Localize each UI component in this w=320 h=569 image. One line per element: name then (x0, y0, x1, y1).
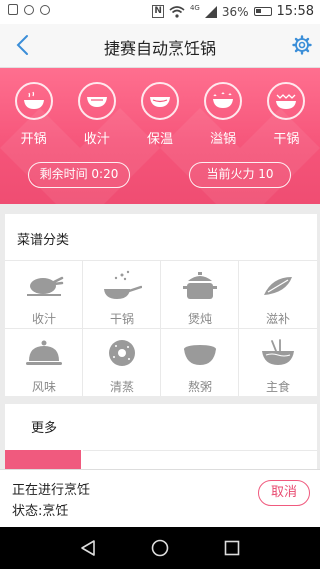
herb-icon (264, 277, 292, 295)
nfc-icon: N (152, 5, 164, 18)
mode-label: 溢锅 (210, 132, 237, 147)
photo-icon (8, 4, 18, 15)
clock: 15:58 (276, 4, 314, 19)
remaining-time-pill: 剩余时间 0:20 (28, 162, 130, 188)
mode-baowen[interactable]: 保温 (132, 82, 188, 147)
pot-steam-icon (14, 82, 53, 120)
cooking-status-panel: 正在进行烹饪 状态:烹饪 取消 (0, 469, 320, 527)
cancel-button[interactable]: 取消 (258, 480, 310, 506)
mode-ganguo[interactable]: 干锅 (258, 82, 314, 147)
network-type: 4G (189, 3, 200, 12)
divider (83, 450, 317, 451)
mode-label: 收汁 (83, 132, 110, 147)
donut-icon (109, 340, 135, 366)
category-baodun[interactable]: 煲炖 (161, 260, 239, 328)
cloche-icon (26, 340, 62, 365)
roast-chicken-icon (27, 276, 64, 296)
current-heat-pill: 当前火力 10 (189, 162, 291, 188)
mode-label: 干锅 (273, 132, 300, 147)
category-label: 熬粥 (187, 380, 212, 394)
category-label: 清蒸 (109, 380, 134, 394)
section-title: 菜谱分类 (17, 233, 70, 248)
category-label: 滋补 (265, 312, 290, 326)
stew-pot-icon (183, 272, 217, 299)
category-label: 煲炖 (187, 312, 212, 326)
recents-square-icon[interactable] (224, 540, 240, 556)
dry-pot-icon (267, 82, 306, 120)
selected-tab-indicator[interactable] (5, 450, 81, 470)
category-ganguo[interactable]: 干锅 (83, 260, 161, 328)
signal-icon (204, 5, 217, 18)
status-bar: N 4G 36% 15:58 (0, 0, 320, 24)
category-label: 风味 (31, 380, 56, 394)
mode-label: 保温 (146, 132, 173, 147)
cooking-mode-panel: 开锅 收汁 保温 溢锅 干锅 剩余时间 0:20 当前火力 10 (0, 68, 320, 204)
mode-label: 开锅 (20, 132, 47, 147)
wifi-icon (169, 5, 185, 18)
back-triangle-icon[interactable] (80, 539, 96, 557)
title-bar: 捷赛自动烹饪锅 (0, 24, 320, 68)
mode-kaiguo[interactable]: 开锅 (6, 82, 62, 147)
cooking-status-title: 正在进行烹饪 (12, 483, 91, 498)
frying-pan-icon (104, 270, 142, 299)
category-qingzheng[interactable]: 清蒸 (83, 328, 161, 396)
recipe-category-section: 菜谱分类 收汁 干锅 煲炖 滋补 风味 清蒸 熬粥 主食 (5, 214, 317, 396)
category-zibu[interactable]: 滋补 (239, 260, 317, 328)
more-section: 更多 (5, 404, 317, 470)
category-fengwei[interactable]: 风味 (5, 328, 83, 396)
bowl-icon (77, 82, 116, 120)
bowl-warm-icon (140, 82, 179, 120)
page-title: 捷赛自动烹饪锅 (103, 39, 216, 58)
pot-overflow-icon (204, 82, 243, 120)
home-circle-icon[interactable] (151, 539, 169, 557)
gear-icon[interactable] (292, 35, 312, 55)
mode-yiguo[interactable]: 溢锅 (195, 82, 251, 147)
section-title[interactable]: 更多 (31, 417, 57, 436)
mode-shouzhi[interactable]: 收汁 (69, 82, 125, 147)
ring-icon (24, 4, 34, 15)
category-shouzhi[interactable]: 收汁 (5, 260, 83, 328)
ring-icon (40, 4, 50, 15)
category-zhushi[interactable]: 主食 (239, 328, 317, 396)
category-label: 干锅 (109, 312, 134, 326)
category-aozhou[interactable]: 熬粥 (161, 328, 239, 396)
category-label: 收汁 (31, 312, 56, 326)
cooking-status-state: 状态:烹饪 (12, 504, 69, 519)
noodle-bowl-icon (262, 339, 294, 365)
battery-percent: 36% (221, 4, 249, 19)
system-nav-bar (0, 527, 320, 569)
battery-icon (253, 7, 272, 16)
category-label: 主食 (265, 380, 290, 394)
porridge-bowl-icon (184, 345, 216, 365)
